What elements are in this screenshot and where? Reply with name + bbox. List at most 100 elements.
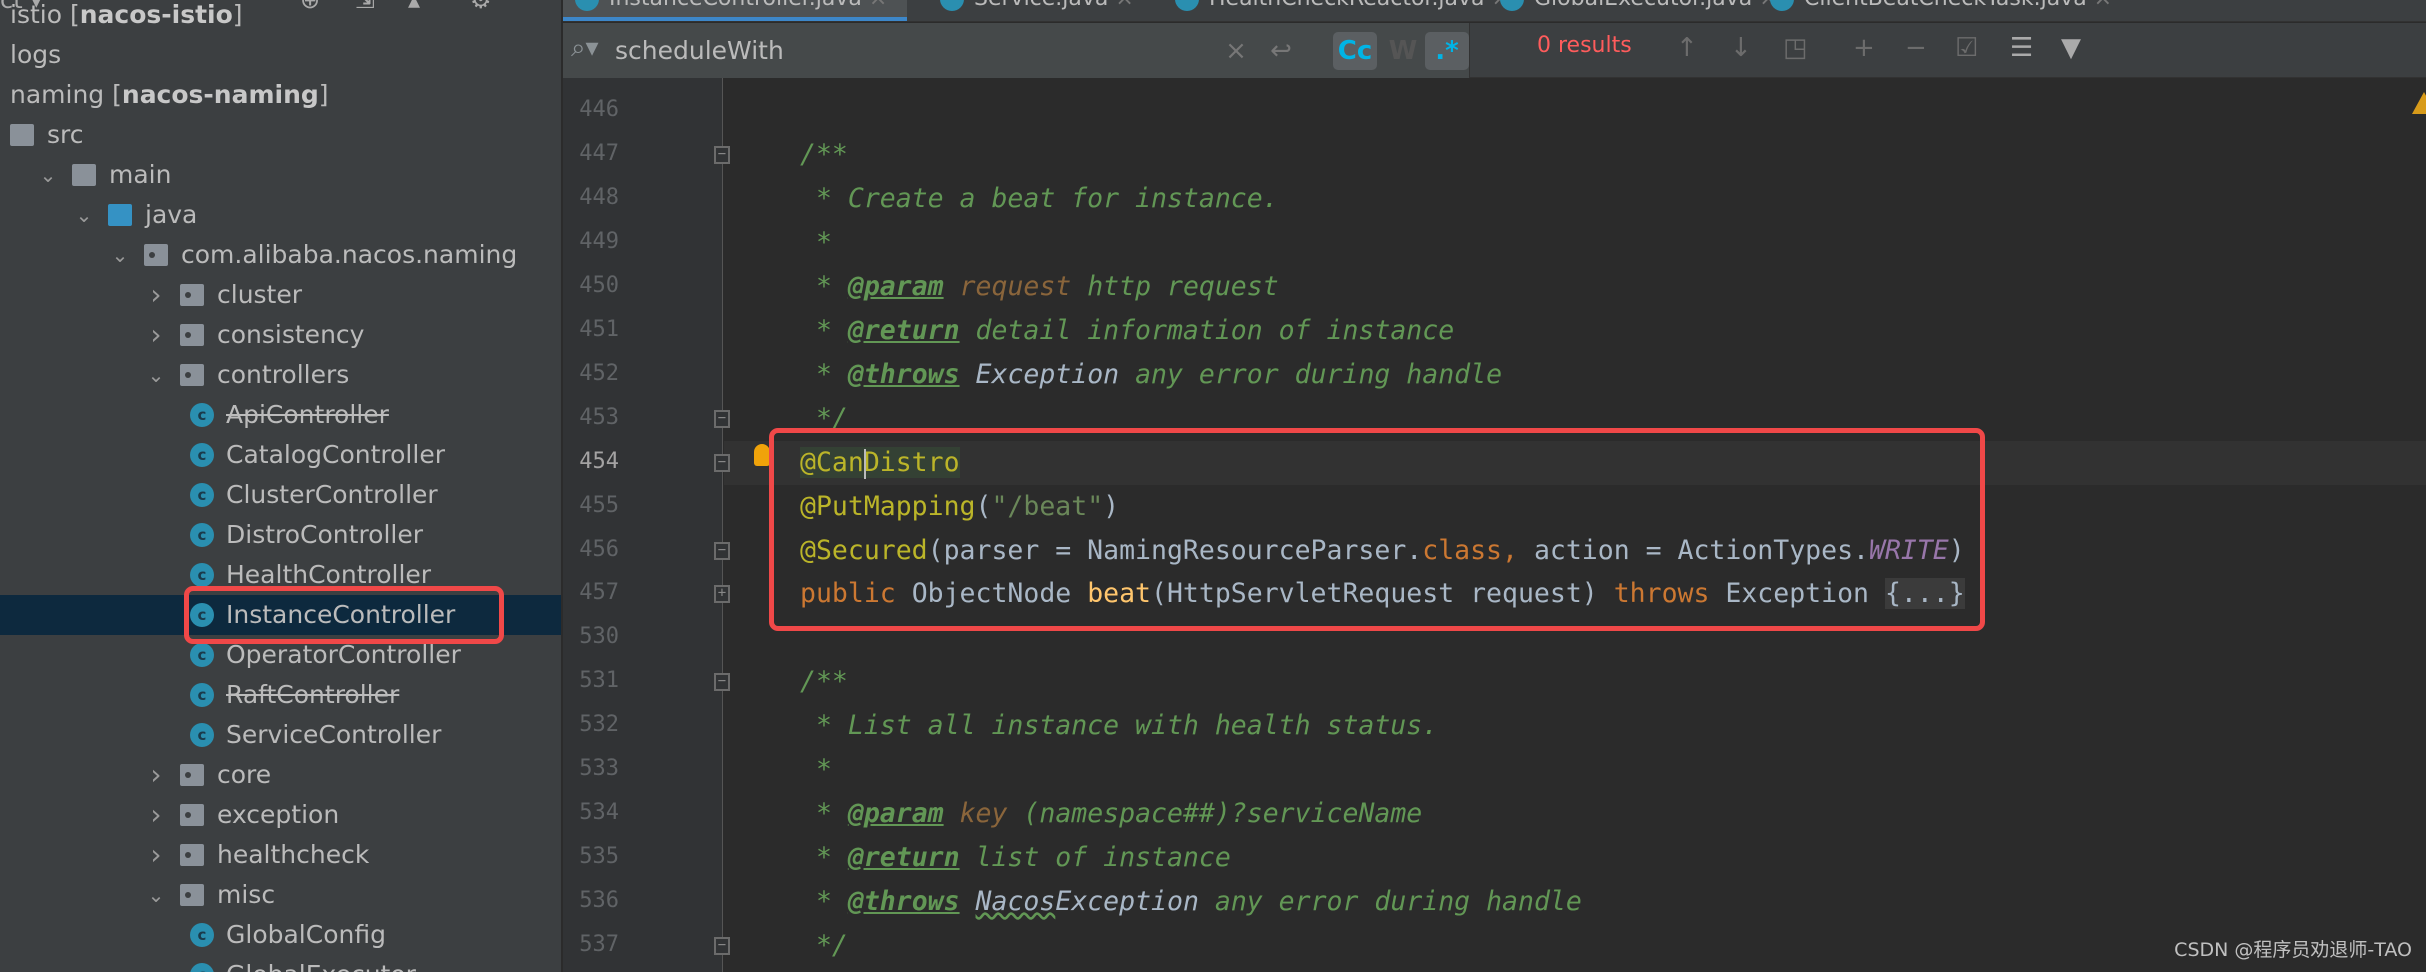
search-input[interactable] [615,31,1235,69]
chevron-down-icon[interactable]: ⌄ [74,195,94,235]
tree-item-main[interactable]: ⌄ main [0,155,561,195]
next-occurrence-icon[interactable]: ↓ [1730,33,1752,63]
tab-healthcheckreactor[interactable]: HealthCheckReactor.java × [1163,0,1530,21]
fold-collapse-icon[interactable]: − [714,673,730,692]
chevron-right-icon[interactable]: › [146,315,166,355]
tree-item-label: healthcheck [217,840,370,869]
tree-item-naming[interactable]: naming [nacos-naming] [0,75,561,115]
tree-item-apicontroller[interactable]: c ApiController [0,395,561,435]
chevron-down-icon[interactable]: ⌄ [38,155,58,195]
tree-item-src[interactable]: src [0,115,561,155]
tree-item-catalogcontroller[interactable]: c CatalogController [0,435,561,475]
line-number: 451 [579,316,619,342]
fold-collapse-icon[interactable]: − [714,409,730,428]
select-all-occurrences-icon[interactable]: ◳ [1783,33,1808,63]
tree-item-label: ServiceController [226,720,442,749]
chevron-down-icon[interactable]: ⌄ [146,355,166,395]
code-token: * [800,842,848,874]
package-icon [180,284,204,306]
search-field: ⌕▾ × ↩ Cc W .* [563,23,1470,78]
class-icon: c [190,643,214,667]
line-number: 455 [579,492,619,518]
tree-item-core[interactable]: › core [0,755,561,795]
tree-item-label: core [217,760,272,789]
add-occurrence-icon[interactable]: + [1853,33,1875,63]
close-tab-icon[interactable]: × [862,0,887,11]
tree-item-healthcheck[interactable]: › healthcheck [0,835,561,875]
filter-options-icon[interactable]: ☰ [2010,33,2033,63]
tree-item-label: controllers [217,360,350,389]
tree-item-consistency[interactable]: › consistency [0,315,561,355]
tree-item-label: src [47,120,84,149]
code-token: * [800,358,848,390]
code-line: * @param request http request [800,265,1279,309]
tab-service[interactable]: Service.java × [928,0,1154,21]
chevron-right-icon[interactable]: › [146,795,166,835]
tree-item-distrocontroller[interactable]: c DistroController [0,515,561,555]
tab-clientbeatchecktask[interactable]: ClientBeatCheckTask.java × [1758,0,2132,21]
line-number: 454 [579,448,619,474]
tree-item-globalexecutor[interactable]: c GlobalExecutor [0,955,561,972]
tree-item-com-alibaba-nacos-naming[interactable]: ⌄ com.alibaba.nacos.naming [0,235,561,275]
new-line-icon[interactable]: ↩ [1263,32,1299,70]
package-icon [180,364,204,386]
filter-icon[interactable]: ▼ [2061,33,2081,63]
tab-globalexecutor[interactable]: GlobalExecutor.java × [1488,0,1798,21]
code-token: /** [800,138,848,170]
search-history-icon[interactable]: ⌕▾ [571,33,599,64]
select-occurrences-icon[interactable]: ☑ [1955,33,1978,63]
line-number: 536 [579,888,619,914]
previous-occurrence-icon[interactable]: ↑ [1676,33,1698,63]
tree-item-exception[interactable]: › exception [0,795,561,835]
close-tab-icon[interactable]: × [2087,0,2112,11]
tree-item-clustercontroller[interactable]: c ClusterController [0,475,561,515]
package-icon [180,324,204,346]
clear-icon[interactable]: × [1221,32,1251,70]
tree-item-nacos-istio[interactable]: istio [nacos-istio] [0,0,561,35]
chevron-right-icon[interactable]: › [146,755,166,795]
tree-item-label: ClusterController [226,480,438,509]
package-icon [180,804,204,826]
tree-item-misc[interactable]: ⌄ misc [0,875,561,915]
words-toggle[interactable]: W [1381,32,1425,70]
folder-icon [108,204,132,226]
tree-item-java[interactable]: ⌄ java [0,195,561,235]
fold-collapse-icon[interactable]: − [714,541,730,560]
intention-bulb-icon[interactable] [754,444,770,466]
code-line: * @return detail information of instance [800,309,1454,353]
code-token: * [800,226,832,258]
warning-icon[interactable] [2412,92,2426,114]
chevron-down-icon[interactable]: ⌄ [146,875,166,915]
line-number: 452 [579,360,619,386]
chevron-right-icon[interactable]: › [146,835,166,875]
tree-item-label: cluster [217,280,303,309]
tree-item-cluster[interactable]: › cluster [0,275,561,315]
chevron-down-icon[interactable]: ⌄ [110,235,130,275]
class-icon [1770,0,1794,11]
tree-item-logs[interactable]: logs [0,35,561,75]
code-token: * [800,886,848,918]
class-icon [1175,0,1199,11]
tree-item-globalconfig[interactable]: c GlobalConfig [0,915,561,955]
class-icon: c [190,563,214,587]
code-token: */ [800,930,848,962]
tree-item-raftcontroller[interactable]: c RaftController [0,675,561,715]
fold-collapse-icon[interactable]: − [714,453,730,472]
tree-item-label: com.alibaba.nacos.naming [181,240,518,269]
match-case-toggle[interactable]: Cc [1333,32,1377,70]
close-tab-icon[interactable]: × [1108,0,1133,11]
tree-item-servicecontroller[interactable]: c ServiceController [0,715,561,755]
remove-occurrence-icon[interactable]: − [1905,33,1927,63]
regex-toggle[interactable]: .* [1425,32,1469,70]
tab-instancecontroller[interactable]: InstanceController.java × [563,0,908,21]
folder-icon [10,124,34,146]
find-bar: ⌕▾ × ↩ Cc W .* 0 results ↑ ↓ ◳ + − ☑ ☰ ▼ [563,23,2426,78]
class-icon: c [190,443,214,467]
fold-collapse-icon[interactable]: − [714,145,730,164]
tree-item-controllers[interactable]: ⌄ controllers [0,355,561,395]
fold-collapse-icon[interactable]: − [714,937,730,956]
fold-expand-icon[interactable]: + [714,585,730,604]
tree-item-label: CatalogController [226,440,445,469]
chevron-right-icon[interactable]: › [146,275,166,315]
tab-label: Service.java [974,0,1108,11]
